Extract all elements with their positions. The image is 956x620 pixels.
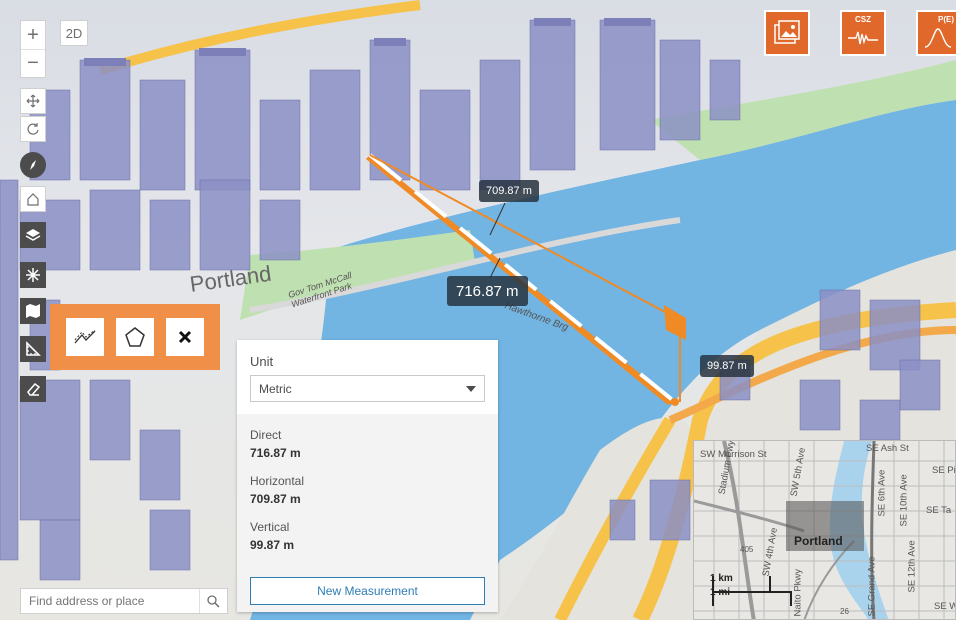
- result-direct: Direct 716.87 m: [250, 428, 485, 460]
- result-value: 716.87 m: [250, 446, 301, 460]
- bell-curve-icon: [924, 28, 952, 48]
- layers-icon: [25, 229, 41, 241]
- unit-select-value: Metric: [259, 381, 292, 396]
- overview-label: SE Ta: [926, 505, 952, 516]
- pan-button[interactable]: [20, 88, 46, 114]
- basemap-button[interactable]: [20, 298, 46, 324]
- search-icon: [207, 594, 220, 608]
- new-measurement-button[interactable]: New Measurement: [250, 577, 485, 605]
- result-label: Horizontal: [250, 474, 305, 488]
- result-label: Direct: [250, 428, 282, 442]
- probability-tag: P(E): [938, 15, 954, 24]
- chevron-down-icon: [466, 385, 476, 392]
- overview-label: SE Pi: [932, 465, 956, 476]
- eraser-icon: [27, 382, 41, 396]
- zoom-out-button[interactable]: −: [21, 49, 45, 77]
- daylight-button[interactable]: [20, 262, 46, 288]
- overview-label: SE Ash St: [866, 443, 909, 454]
- result-value: 709.87 m: [250, 492, 301, 506]
- measure-button[interactable]: [20, 336, 46, 362]
- result-vertical: Vertical 99.87 m: [250, 520, 485, 552]
- view-2d-button[interactable]: 2D: [60, 20, 88, 46]
- search-input[interactable]: [21, 589, 199, 613]
- overview-label: SE Grand Ave: [866, 556, 878, 617]
- scale-bar: 1 km 1 mi: [710, 573, 733, 598]
- unit-select[interactable]: Metric: [250, 375, 485, 402]
- overview-city-label: Portland: [794, 534, 843, 548]
- result-horizontal: Horizontal 709.87 m: [250, 474, 485, 506]
- pan-icon: [26, 94, 40, 108]
- pentagon-icon: [125, 327, 145, 347]
- scale-mi: 1 mi: [710, 587, 731, 598]
- overview-label: SE 6th Ave: [876, 469, 888, 517]
- area-measure-button[interactable]: [116, 318, 154, 356]
- rotate-button[interactable]: [20, 116, 46, 142]
- zoom-control: + −: [20, 20, 46, 78]
- overview-label: Naito Pkwy: [792, 568, 804, 617]
- overview-label: SE W: [934, 601, 956, 612]
- seismograph-icon: [848, 31, 878, 45]
- search-button[interactable]: [199, 589, 227, 613]
- sun-icon: [26, 268, 40, 282]
- close-icon: [178, 330, 192, 344]
- measurement-panel: Unit Metric Direct 716.87 m Horizontal 7…: [237, 340, 498, 612]
- end-point: [671, 398, 679, 406]
- direct-distance-label: 716.87 m: [447, 276, 528, 306]
- clear-measure-button[interactable]: [166, 318, 204, 356]
- vertical-distance-label: 99.87 m: [700, 355, 754, 377]
- unit-label: Unit: [250, 354, 274, 369]
- probability-widget-button[interactable]: P(E): [916, 10, 956, 56]
- compass-icon: [30, 160, 36, 170]
- image-widget-button[interactable]: [764, 10, 810, 56]
- distance-measure-button[interactable]: [66, 318, 104, 356]
- rotate-icon: [27, 123, 39, 135]
- result-value: 99.87 m: [250, 538, 295, 552]
- csz-tag: CSZ: [855, 15, 871, 24]
- overview-map[interactable]: SW Morrison St SE Ash St Stadium Fwy SW …: [693, 440, 956, 620]
- scale-km: 1 km: [710, 573, 733, 584]
- home-button[interactable]: [20, 186, 46, 212]
- eraser-button[interactable]: [20, 376, 46, 402]
- compass-button[interactable]: [20, 152, 46, 178]
- measurement-results: Direct 716.87 m Horizontal 709.87 m Vert…: [237, 414, 498, 552]
- csz-widget-button[interactable]: CSZ: [840, 10, 886, 56]
- horizontal-distance-label: 709.87 m: [479, 180, 539, 202]
- overview-label: 26: [840, 607, 849, 616]
- zoom-in-button[interactable]: +: [21, 21, 45, 49]
- ruler-icon: [26, 341, 41, 356]
- measure-tool-options: [50, 304, 220, 370]
- distance-icon: [74, 329, 96, 344]
- overview-label: SE 10th Ave: [898, 474, 910, 527]
- image-icon: [774, 20, 800, 44]
- unit-section: Unit Metric: [237, 340, 498, 414]
- overview-label: 405: [740, 545, 754, 554]
- search-widget: [20, 588, 228, 614]
- result-label: Vertical: [250, 520, 290, 534]
- map-icon: [26, 304, 40, 318]
- home-icon: [27, 193, 39, 206]
- layers-button[interactable]: [20, 222, 46, 248]
- overview-label: SE 12th Ave: [906, 540, 918, 593]
